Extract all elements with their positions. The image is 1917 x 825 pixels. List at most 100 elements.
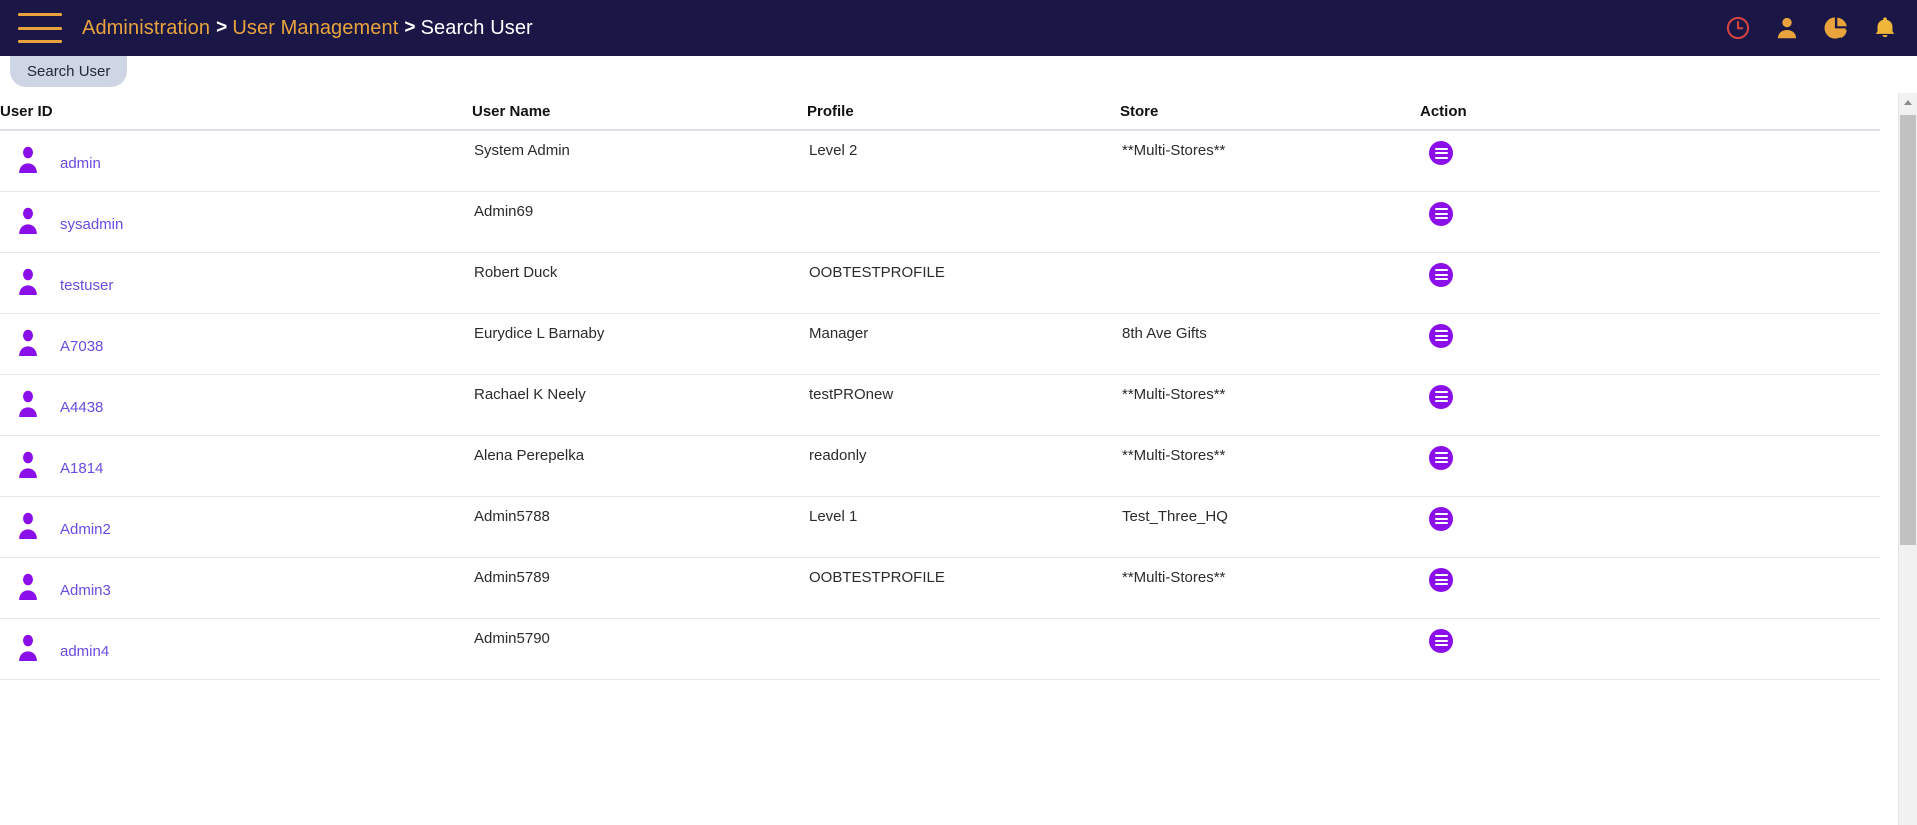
store-text: **Multi-Stores** <box>1122 568 1226 586</box>
row-action-menu-icon[interactable] <box>1429 141 1453 165</box>
notification-bell-icon[interactable] <box>1871 14 1899 42</box>
menu-line <box>1434 339 1448 341</box>
menu-line <box>1434 578 1448 581</box>
menu-line <box>1434 583 1448 585</box>
vertical-scrollbar[interactable] <box>1898 93 1917 825</box>
user-id-link[interactable]: A1814 <box>60 460 103 477</box>
menu-line <box>1434 395 1448 398</box>
menu-line <box>1434 152 1448 154</box>
column-header-user-name[interactable]: User Name <box>472 93 807 131</box>
user-id-link[interactable]: A7038 <box>60 338 103 355</box>
scroll-up-arrow-icon[interactable] <box>1899 93 1917 112</box>
user-avatar-icon <box>19 207 37 234</box>
store-text: **Multi-Stores** <box>1122 446 1226 464</box>
user-id-link[interactable]: testuser <box>60 277 113 294</box>
menu-line <box>1434 212 1448 215</box>
table-header-row: User ID User Name Profile Store Action <box>0 93 1880 131</box>
user-id-link[interactable]: Admin2 <box>60 521 111 538</box>
row-action-menu-icon[interactable] <box>1429 323 1453 348</box>
user-name-text: Admin5788 <box>474 507 550 525</box>
user-avatar-icon <box>19 451 37 478</box>
cell-user-id: A7038 <box>0 313 472 375</box>
profile-text: Level 2 <box>809 142 858 159</box>
cell-profile: readonly <box>807 435 1120 497</box>
breadcrumb-item-search-user: Search User <box>420 16 533 39</box>
cell-store <box>1120 252 1420 314</box>
cell-profile <box>807 191 1120 253</box>
cell-user-name: Alena Perepelka <box>472 435 807 497</box>
user-name-text: Eurydice L Barnaby <box>474 324 605 342</box>
user-profile-icon[interactable] <box>1773 14 1801 42</box>
user-avatar-icon <box>19 390 37 417</box>
user-id-link[interactable]: A4438 <box>60 399 103 416</box>
hamburger-line <box>18 13 62 16</box>
menu-line <box>1434 156 1448 159</box>
user-id-link[interactable]: sysadmin <box>60 216 123 233</box>
table-row: Admin2 Admin5788 Level 1 Test_Three_HQ <box>0 496 1880 558</box>
store-text: Test_Three_HQ <box>1122 507 1228 525</box>
breadcrumb-item-user-management[interactable]: User Management <box>232 17 398 40</box>
row-action-menu-icon[interactable] <box>1429 628 1453 653</box>
table-row: Admin3 Admin5789 OOBTESTPROFILE **Multi-Sto… <box>0 557 1880 619</box>
row-action-menu-icon[interactable] <box>1429 262 1453 287</box>
table-row: A1814 Alena Perepelka readonly **Multi-Stor… <box>0 435 1880 497</box>
cell-store: **Multi-Stores** <box>1120 557 1420 619</box>
hamburger-line <box>18 26 62 30</box>
cell-action <box>1420 130 1880 192</box>
cell-user-id: A1814 <box>0 435 472 497</box>
user-name-text: Admin5790 <box>474 629 550 647</box>
user-name-text: Admin69 <box>474 202 534 220</box>
user-id-link[interactable]: admin <box>60 155 101 172</box>
menu-line <box>1434 513 1448 515</box>
table-row: A7038 Eurydice L Barnaby Manager 8th Ave Gi… <box>0 313 1880 375</box>
menu-line <box>1434 456 1448 459</box>
profile-text: Level 1 <box>809 507 858 525</box>
cell-profile: Level 1 <box>807 496 1120 558</box>
cell-user-id: testuser <box>0 252 472 314</box>
cell-user-name: Admin5790 <box>472 618 807 680</box>
profile-text: OOBTESTPROFILE <box>809 568 945 586</box>
tab-search-user[interactable]: Search User <box>10 56 128 87</box>
top-navigation-bar: Administration > User Management > Searc… <box>0 0 1917 56</box>
profile-text: OOBTESTPROFILE <box>809 263 945 281</box>
row-action-menu-icon[interactable] <box>1429 445 1453 470</box>
cell-action <box>1420 313 1880 375</box>
cell-user-name: Admin5789 <box>472 557 807 619</box>
user-avatar-icon <box>19 268 37 295</box>
pie-chart-icon[interactable] <box>1822 14 1850 42</box>
cell-profile: OOBTESTPROFILE <box>807 252 1120 314</box>
column-header-profile[interactable]: Profile <box>807 93 1120 131</box>
scrollbar-thumb[interactable] <box>1900 115 1916 545</box>
table-header: User ID User Name Profile Store Action <box>0 93 1880 131</box>
user-name-text: Alena Perepelka <box>474 446 585 464</box>
menu-line <box>1434 278 1448 280</box>
cell-store: Test_Three_HQ <box>1120 496 1420 558</box>
cell-profile: OOBTESTPROFILE <box>807 557 1120 619</box>
breadcrumb-item-administration[interactable]: Administration <box>82 17 210 40</box>
cell-profile <box>807 618 1120 680</box>
clock-icon[interactable] <box>1724 14 1752 42</box>
user-id-link[interactable]: admin4 <box>60 643 109 660</box>
menu-line <box>1434 334 1448 337</box>
row-action-menu-icon[interactable] <box>1429 384 1453 409</box>
table-row: admin4 Admin5790 <box>0 618 1880 680</box>
cell-user-name: Robert Duck <box>472 252 807 314</box>
hamburger-line <box>18 40 62 43</box>
row-action-menu-icon[interactable] <box>1429 506 1453 531</box>
topbar-icon-group <box>1724 0 1899 56</box>
column-header-store[interactable]: Store <box>1120 93 1420 131</box>
cell-action <box>1420 618 1880 680</box>
menu-line <box>1434 391 1448 393</box>
hamburger-menu-icon[interactable] <box>18 13 62 43</box>
cell-action <box>1420 557 1880 619</box>
cell-user-name: System Admin <box>472 130 807 192</box>
profile-text: Manager <box>809 324 869 342</box>
cell-profile: testPROnew <box>807 374 1120 436</box>
user-id-link[interactable]: Admin3 <box>60 582 111 599</box>
menu-line <box>1434 217 1448 219</box>
row-action-menu-icon[interactable] <box>1429 201 1453 226</box>
store-text: 8th Ave Gifts <box>1122 324 1207 342</box>
menu-line <box>1434 574 1448 576</box>
row-action-menu-icon[interactable] <box>1429 567 1453 592</box>
column-header-user-id[interactable]: User ID <box>0 93 472 131</box>
